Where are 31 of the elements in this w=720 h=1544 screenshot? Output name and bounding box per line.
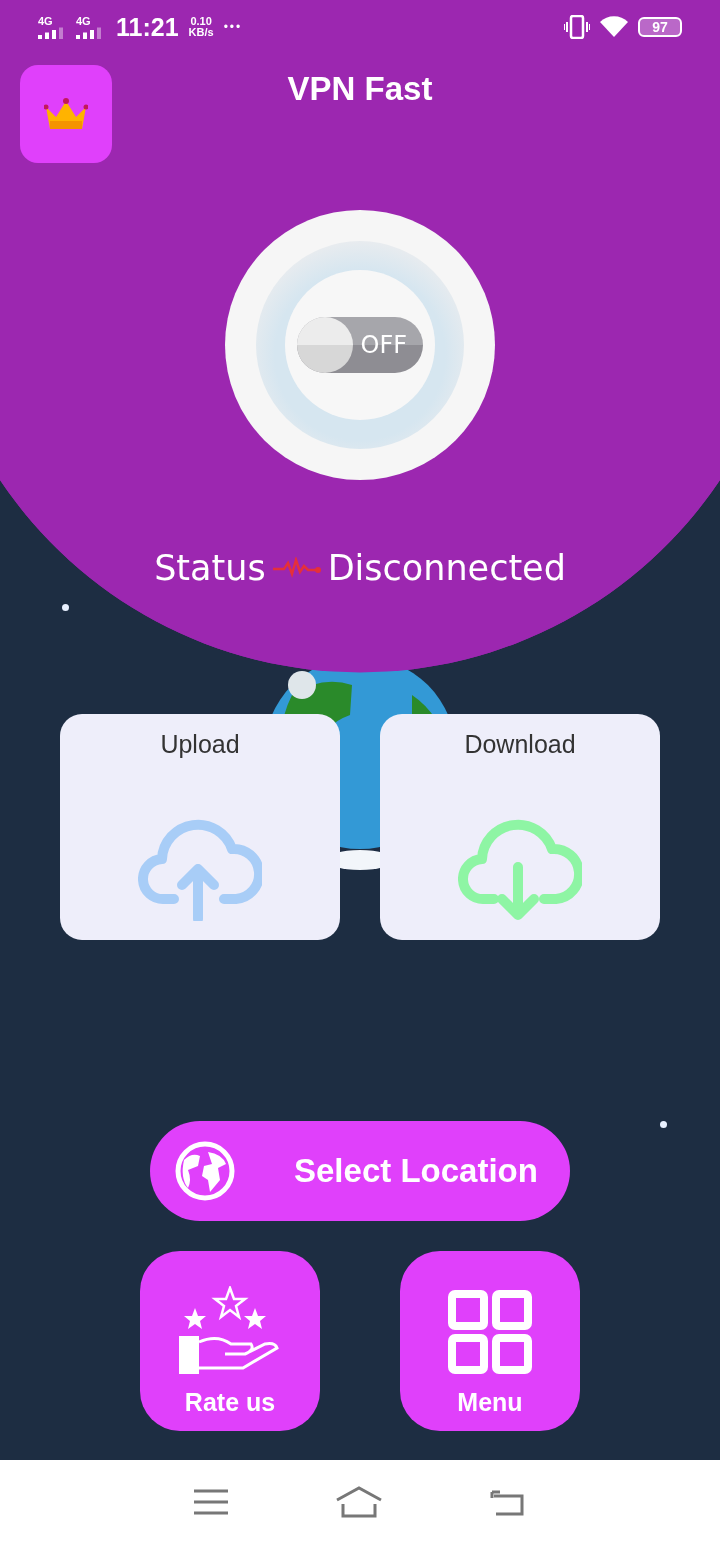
more-indicator: ••• <box>223 20 243 34</box>
vpn-toggle[interactable]: OFF <box>297 317 423 373</box>
grid-icon <box>448 1290 532 1374</box>
select-location-button[interactable]: Select Location <box>150 1121 570 1221</box>
speed-value: 0.10 <box>190 16 212 27</box>
battery-indicator: 97 <box>638 17 682 37</box>
network-type: 4G <box>38 15 53 27</box>
star-dot <box>62 604 69 611</box>
card-label: Download <box>464 730 576 759</box>
network-type: 4G <box>76 15 91 27</box>
globe-icon <box>174 1140 236 1202</box>
app-title: VPN Fast <box>287 70 433 107</box>
home-icon[interactable] <box>335 1486 383 1518</box>
premium-button[interactable] <box>20 65 112 163</box>
clock: 11:21 <box>116 12 179 42</box>
menu-button[interactable]: Menu <box>400 1251 580 1431</box>
signal-icon <box>38 26 66 39</box>
wifi-icon <box>600 16 628 38</box>
vibrate-icon <box>564 15 590 39</box>
hand-stars-icon <box>179 1286 281 1374</box>
pulse-icon <box>271 557 322 579</box>
signal-icon <box>76 26 104 39</box>
menu-icon[interactable] <box>193 1489 228 1515</box>
status-label: Status <box>154 548 266 588</box>
back-icon[interactable] <box>490 1488 527 1516</box>
crown-icon <box>44 97 88 131</box>
rate-us-button[interactable]: Rate us <box>140 1251 320 1431</box>
star-dot <box>660 1121 667 1128</box>
status-value: Disconnected <box>327 548 566 588</box>
card-label: Upload <box>160 730 240 759</box>
speed-unit: KB/s <box>188 27 214 38</box>
